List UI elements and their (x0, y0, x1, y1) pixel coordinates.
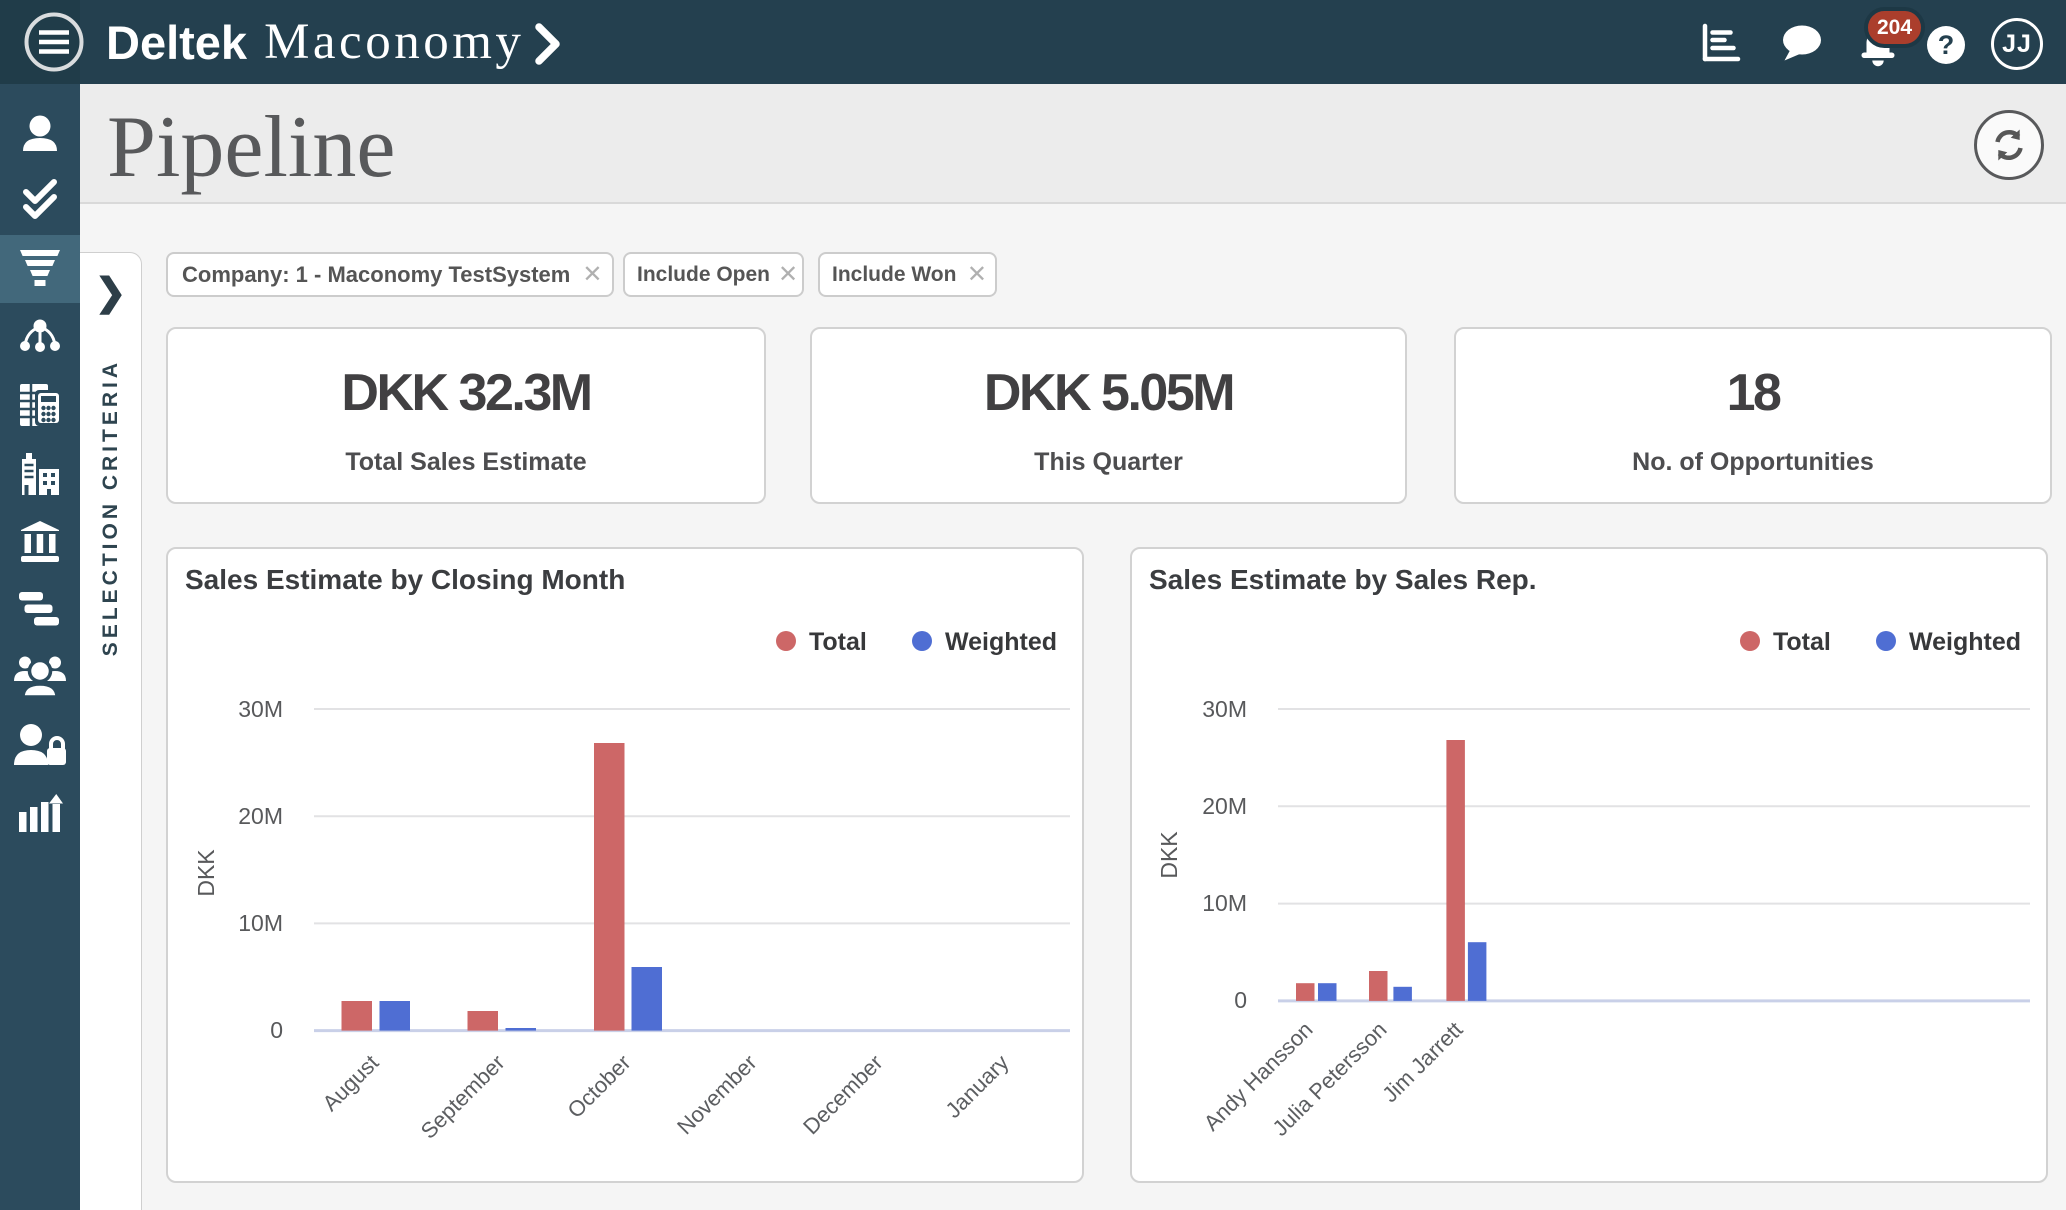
svg-text:30M: 30M (238, 696, 283, 722)
svg-text:DKK: DKK (193, 849, 219, 897)
svg-text:20M: 20M (1202, 793, 1247, 819)
svg-text:October: October (563, 1050, 636, 1123)
svg-text:20M: 20M (238, 803, 283, 829)
svg-text:30M: 30M (1202, 696, 1247, 722)
svg-text:September: September (416, 1050, 510, 1144)
svg-text:November: November (672, 1050, 761, 1139)
svg-text:Weighted: Weighted (945, 628, 1057, 656)
svg-text:Sales Estimate by Sales Rep.: Sales Estimate by Sales Rep. (1149, 564, 1537, 595)
svg-text:January: January (941, 1050, 1014, 1123)
svg-text:August: August (317, 1050, 383, 1116)
svg-text:Sales Estimate by Closing Mont: Sales Estimate by Closing Month (185, 564, 625, 595)
svg-text:Weighted: Weighted (1909, 628, 2021, 656)
svg-text:10M: 10M (1202, 890, 1247, 916)
svg-text:0: 0 (270, 1017, 283, 1043)
svg-text:Total: Total (1773, 628, 1831, 656)
svg-text:0: 0 (1234, 987, 1247, 1013)
svg-text:December: December (798, 1050, 887, 1139)
svg-text:DKK: DKK (1156, 831, 1182, 879)
svg-text:10M: 10M (238, 910, 283, 936)
svg-text:Total: Total (809, 628, 867, 656)
svg-text:Jim Jarrett: Jim Jarrett (1377, 1017, 1467, 1107)
